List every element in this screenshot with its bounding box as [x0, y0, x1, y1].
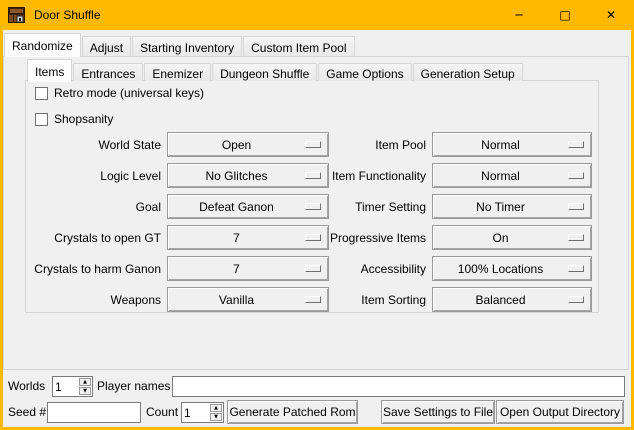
- count-spinner: ▲ ▼: [181, 402, 224, 423]
- window-body: Randomize Adjust Starting Inventory Cust…: [3, 30, 631, 427]
- setting-row: Crystals to harm Ganon 7: [29, 256, 329, 281]
- minimize-icon[interactable]: ─: [496, 0, 542, 30]
- count-label: Count: [146, 401, 178, 423]
- dropdown-value: On: [433, 231, 568, 245]
- shopsanity-row: Shopsanity: [35, 112, 113, 126]
- player-names-input[interactable]: [172, 376, 625, 397]
- setting-label: Item Pool: [294, 138, 432, 152]
- retro-mode-label: Retro mode (universal keys): [54, 86, 204, 100]
- setting-row: Item Sorting Balanced: [294, 287, 592, 312]
- title-bar: Door Shuffle ─ □ ✕: [0, 0, 634, 30]
- accessibility-dropdown[interactable]: 100% Locations: [432, 256, 592, 281]
- dropdown-indicator-icon: [568, 265, 584, 272]
- treasure-chest-icon: [8, 7, 25, 23]
- generate-patched-rom-button[interactable]: Generate Patched Rom: [227, 400, 358, 424]
- setting-label: Logic Level: [29, 169, 167, 183]
- setting-label: Crystals to open GT: [29, 231, 167, 245]
- dropdown-value: Normal: [433, 169, 568, 183]
- tab-starting-inventory[interactable]: Starting Inventory: [132, 36, 242, 56]
- dropdown-value: Normal: [433, 138, 568, 152]
- settings-column-right: Item Pool Normal Item Functionality Norm…: [294, 132, 592, 318]
- setting-row: Item Functionality Normal: [294, 163, 592, 188]
- spin-down-icon[interactable]: ▼: [210, 413, 222, 421]
- dropdown-indicator-icon: [568, 141, 584, 148]
- setting-label: Weapons: [29, 293, 167, 307]
- dropdown-value: No Timer: [433, 200, 568, 214]
- dropdown-indicator-icon: [568, 234, 584, 241]
- window-controls: ─ □ ✕: [496, 0, 634, 30]
- retro-mode-checkbox[interactable]: [35, 87, 48, 100]
- tab-custom-item-pool[interactable]: Custom Item Pool: [243, 36, 354, 56]
- settings-column-left: World State Open Logic Level No Glitches…: [29, 132, 329, 318]
- close-icon[interactable]: ✕: [588, 0, 634, 30]
- item-pool-dropdown[interactable]: Normal: [432, 132, 592, 157]
- primary-tab-bar: Randomize Adjust Starting Inventory Cust…: [4, 32, 356, 56]
- setting-label: Goal: [29, 200, 167, 214]
- dropdown-value: 100% Locations: [433, 262, 568, 276]
- setting-row: Goal Defeat Ganon: [29, 194, 329, 219]
- setting-row: Timer Setting No Timer: [294, 194, 592, 219]
- setting-row: Logic Level No Glitches: [29, 163, 329, 188]
- dropdown-value: Balanced: [433, 293, 568, 307]
- shopsanity-checkbox[interactable]: [35, 113, 48, 126]
- items-panel: Retro mode (universal keys) Shopsanity W…: [25, 80, 599, 313]
- spin-up-icon[interactable]: ▲: [79, 378, 91, 386]
- item-functionality-dropdown[interactable]: Normal: [432, 163, 592, 188]
- worlds-label: Worlds: [8, 375, 45, 397]
- item-sorting-dropdown[interactable]: Balanced: [432, 287, 592, 312]
- progressive-items-dropdown[interactable]: On: [432, 225, 592, 250]
- setting-label: Accessibility: [294, 262, 432, 276]
- setting-row: Crystals to open GT 7: [29, 225, 329, 250]
- secondary-tab-bar: Items Entrances Enemizer Dungeon Shuffle…: [27, 58, 524, 81]
- setting-row: Weapons Vanilla: [29, 287, 329, 312]
- dropdown-value: No Glitches: [168, 169, 305, 183]
- setting-row: World State Open: [29, 132, 329, 157]
- tab-game-options[interactable]: Game Options: [318, 63, 411, 81]
- spin-down-icon[interactable]: ▼: [79, 387, 91, 395]
- worlds-input[interactable]: [53, 377, 78, 396]
- app-window: Door Shuffle ─ □ ✕ Randomize Adjust Star…: [0, 0, 634, 430]
- setting-label: Timer Setting: [294, 200, 432, 214]
- open-output-directory-button[interactable]: Open Output Directory: [496, 400, 624, 424]
- setting-label: Crystals to harm Ganon: [29, 262, 167, 276]
- dropdown-value: Defeat Ganon: [168, 200, 305, 214]
- setting-label: Item Sorting: [294, 293, 432, 307]
- tab-generation-setup[interactable]: Generation Setup: [413, 63, 523, 81]
- save-settings-button[interactable]: Save Settings to File: [381, 400, 495, 424]
- timer-setting-dropdown[interactable]: No Timer: [432, 194, 592, 219]
- seed-label: Seed #: [8, 401, 46, 423]
- dropdown-indicator-icon: [568, 172, 584, 179]
- tab-randomize[interactable]: Randomize: [4, 33, 81, 57]
- count-spinner-arrows: ▲ ▼: [209, 403, 223, 422]
- shopsanity-label: Shopsanity: [54, 112, 113, 126]
- dropdown-value: Vanilla: [168, 293, 305, 307]
- setting-row: Accessibility 100% Locations: [294, 256, 592, 281]
- setting-label: Progressive Items: [294, 231, 432, 245]
- retro-mode-row: Retro mode (universal keys): [35, 86, 204, 100]
- seed-input[interactable]: [47, 402, 141, 423]
- dropdown-value: Open: [168, 138, 305, 152]
- setting-row: Item Pool Normal: [294, 132, 592, 157]
- setting-label: World State: [29, 138, 167, 152]
- dropdown-indicator-icon: [568, 296, 584, 303]
- setting-label: Item Functionality: [294, 169, 432, 183]
- dropdown-indicator-icon: [568, 203, 584, 210]
- worlds-spinner-arrows: ▲ ▼: [78, 377, 92, 396]
- count-input[interactable]: [182, 403, 209, 422]
- tab-enemizer[interactable]: Enemizer: [144, 63, 211, 81]
- maximize-icon[interactable]: □: [542, 0, 588, 30]
- player-names-label: Player names: [97, 375, 170, 397]
- dropdown-value: 7: [168, 231, 305, 245]
- worlds-spinner: ▲ ▼: [52, 376, 93, 397]
- tab-dungeon-shuffle[interactable]: Dungeon Shuffle: [212, 63, 317, 81]
- tab-entrances[interactable]: Entrances: [73, 63, 143, 81]
- setting-row: Progressive Items On: [294, 225, 592, 250]
- window-title: Door Shuffle: [34, 8, 101, 22]
- dropdown-value: 7: [168, 262, 305, 276]
- tab-items[interactable]: Items: [27, 59, 72, 82]
- tab-adjust[interactable]: Adjust: [82, 36, 131, 56]
- spin-up-icon[interactable]: ▲: [210, 404, 222, 412]
